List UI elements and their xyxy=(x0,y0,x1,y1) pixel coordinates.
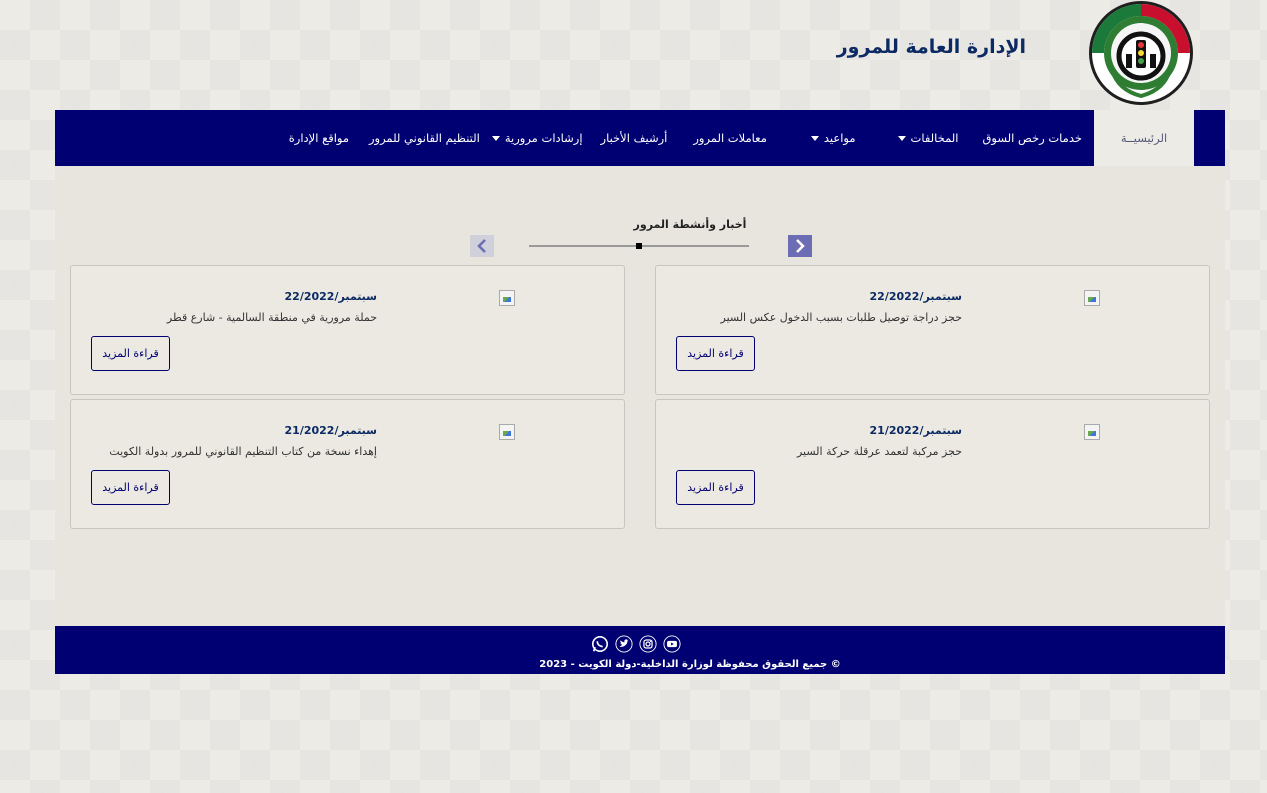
section-title: أخبار وأنشطة المرور xyxy=(633,218,747,231)
nav-item-label: المخالفات xyxy=(910,131,959,145)
nav-item-label: التنظيم القانوني للمرور xyxy=(368,131,480,145)
caret-down-icon xyxy=(491,135,500,141)
traffic-department-emblem-icon[interactable] xyxy=(1088,0,1194,106)
nav-item-label: أرشيف الأخبار xyxy=(600,131,668,145)
nav-item-appointments[interactable]: مواعيد xyxy=(781,110,886,166)
nav-item-label: معاملات المرور xyxy=(693,131,767,145)
nav-item-traffic-guidance[interactable]: إرشادات مرورية xyxy=(486,110,589,166)
news-section: أخبار وأنشطة المرور 22/سبتمبر/2022 حجز د… xyxy=(55,166,1225,626)
site-header: الإدارة العامة للمرور xyxy=(55,0,1225,110)
news-image[interactable] xyxy=(499,290,515,306)
chevron-right-icon[interactable] xyxy=(788,235,812,257)
nav-item-label: مواقع الإدارة xyxy=(288,131,349,145)
news-headline[interactable]: حجز دراجة توصيل طلبات بسبب الدخول عكس ال… xyxy=(721,311,963,324)
news-card: 22/سبتمبر/2022 حملة مرورية في منطقة السا… xyxy=(70,265,625,395)
news-headline[interactable]: إهداء نسخة من كتاب التنظيم القانوني للمر… xyxy=(109,445,377,458)
news-date: 21/سبتمبر/2022 xyxy=(284,424,377,437)
news-card: 22/سبتمبر/2022 حجز دراجة توصيل طلبات بسب… xyxy=(655,265,1210,395)
nav-item-news-archive[interactable]: أرشيف الأخبار xyxy=(589,110,680,166)
nav-item-legal-regulation[interactable]: التنظيم القانوني للمرور xyxy=(363,110,486,166)
twitter-icon[interactable] xyxy=(614,634,634,654)
read-more-button[interactable]: قراءة المزيد xyxy=(676,470,755,505)
caret-down-icon xyxy=(810,135,819,141)
news-headline[interactable]: حجز مركبة لتعمد عرقلة حركة السير xyxy=(797,445,962,458)
news-card: 21/سبتمبر/2022 إهداء نسخة من كتاب التنظي… xyxy=(70,399,625,529)
news-headline[interactable]: حملة مرورية في منطقة السالمية - شارع قطر xyxy=(167,311,377,324)
news-image[interactable] xyxy=(1084,290,1100,306)
news-card: 21/سبتمبر/2022 حجز مركبة لتعمد عرقلة حرك… xyxy=(655,399,1210,529)
nav-item-driving-license-services[interactable]: خدمات رخص السوق xyxy=(970,110,1094,166)
nav-item-home[interactable]: الرئيسيــة xyxy=(1094,110,1194,166)
news-date: 22/سبتمبر/2022 xyxy=(284,290,377,303)
nav-item-violations[interactable]: المخالفات xyxy=(886,110,971,166)
chevron-left-icon[interactable] xyxy=(470,235,494,257)
nav-item-label: إرشادات مرورية xyxy=(504,131,583,145)
whatsapp-icon[interactable] xyxy=(590,634,610,654)
read-more-button[interactable]: قراءة المزيد xyxy=(91,470,170,505)
site-footer: © جميع الحقوق محفوظة لوزارة الداخلية-دول… xyxy=(55,626,1225,674)
nav-item-department-locations[interactable]: مواقع الإدارة xyxy=(275,110,363,166)
news-image[interactable] xyxy=(499,424,515,440)
news-date: 21/سبتمبر/2022 xyxy=(869,424,962,437)
read-more-button[interactable]: قراءة المزيد xyxy=(91,336,170,371)
main-nav: الرئيسيــة خدمات رخص السوق المخالفات موا… xyxy=(55,110,1225,166)
copyright-text: © جميع الحقوق محفوظة لوزارة الداخلية-دول… xyxy=(539,659,841,670)
nav-item-label: خدمات رخص السوق xyxy=(982,131,1082,145)
news-image[interactable] xyxy=(1084,424,1100,440)
site-title: الإدارة العامة للمرور xyxy=(836,36,1026,58)
instagram-icon[interactable] xyxy=(638,634,658,654)
nav-item-label: مواعيد xyxy=(823,131,856,145)
social-links xyxy=(590,634,682,654)
news-date: 22/سبتمبر/2022 xyxy=(869,290,962,303)
nav-item-traffic-transactions[interactable]: معاملات المرور xyxy=(679,110,781,166)
caret-down-icon xyxy=(897,135,906,141)
youtube-icon[interactable] xyxy=(662,634,682,654)
nav-item-label: الرئيسيــة xyxy=(1120,131,1168,145)
slider-indicator[interactable] xyxy=(636,243,642,249)
page: الإدارة العامة للمرور الرئيسيــة خدمات ر… xyxy=(55,0,1225,674)
read-more-button[interactable]: قراءة المزيد xyxy=(676,336,755,371)
